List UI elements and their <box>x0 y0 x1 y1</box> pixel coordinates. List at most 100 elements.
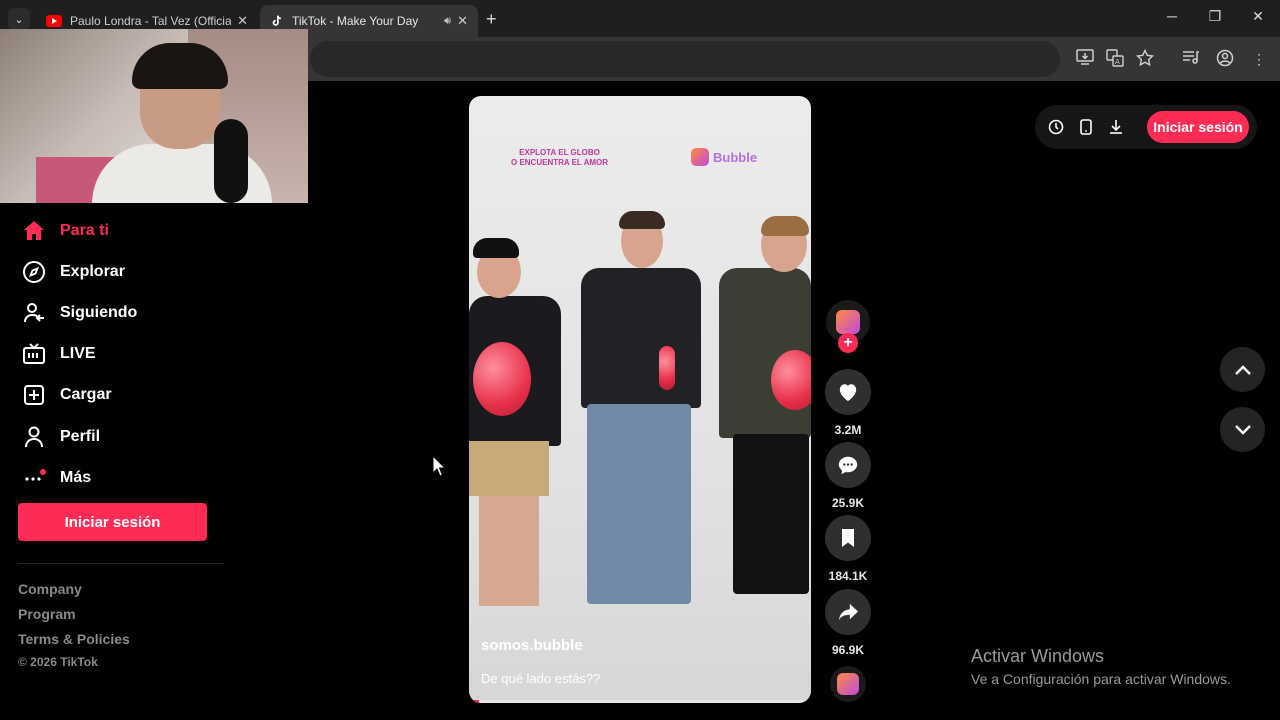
bubble-brand-text: Bubble <box>713 149 758 165</box>
heart-icon <box>839 384 857 402</box>
speaker-icon[interactable]: 🔊︎ <box>444 15 451 28</box>
video-person-left-legs <box>479 496 539 606</box>
profile-icon[interactable] <box>1215 49 1235 69</box>
tab-close-icon[interactable]: ✕ <box>457 13 468 29</box>
restore-button[interactable]: ❐ <box>1200 8 1230 25</box>
tiktok-icon <box>272 15 281 26</box>
coins-icon[interactable] <box>1046 117 1066 137</box>
menu-icon[interactable]: ⋮ <box>1249 49 1269 69</box>
comment-button[interactable] <box>825 442 871 488</box>
sidebar-divider <box>18 563 224 564</box>
footer-link-program[interactable]: Program <box>18 606 76 622</box>
share-count: 96.9K <box>831 643 865 657</box>
music-disc[interactable] <box>830 666 866 702</box>
footer-link-terms[interactable]: Terms & Policies <box>18 631 130 647</box>
more-icon <box>20 464 48 492</box>
balloon-left <box>473 342 531 416</box>
video-person-left-shorts <box>469 441 549 496</box>
like-count: 3.2M <box>834 423 862 437</box>
bubble-logo: Bubble <box>691 148 757 166</box>
download-icon[interactable] <box>1106 117 1126 137</box>
watermark-subtitle: Ve a Configuración para activar Windows. <box>971 671 1231 687</box>
sidebar-item-siguiendo[interactable]: Siguiendo <box>20 292 280 333</box>
tab-title: Paulo Londra - Tal Vez (Official <box>70 14 232 28</box>
sidebar-item-mas[interactable]: Más <box>20 457 280 498</box>
sidebar-login-button[interactable]: Iniciar sesión <box>18 503 207 541</box>
sidebar-item-label: Más <box>60 468 92 486</box>
minimize-button[interactable]: ─ <box>1157 8 1187 24</box>
video-description: De qué lado estás?? <box>481 671 601 686</box>
sidebar-nav: Para ti Explorar Siguiendo LIVE Cargar P… <box>20 210 280 498</box>
following-icon <box>20 299 48 327</box>
translate-icon[interactable]: A <box>1105 49 1125 69</box>
footer-link-company[interactable]: Company <box>18 581 82 597</box>
sidebar-item-label: Explorar <box>60 262 125 280</box>
video-player[interactable]: EXPLOTA EL GLOBO O ENCUENTRA EL AMOR Bub… <box>469 96 811 703</box>
share-action[interactable]: 96.9K <box>825 589 871 657</box>
watermark-title: Activar Windows <box>971 646 1105 666</box>
close-window-button[interactable]: ✕ <box>1243 8 1273 25</box>
sidebar-item-live[interactable]: LIVE <box>20 334 280 375</box>
upload-icon <box>20 381 48 409</box>
profile-icon <box>20 423 48 451</box>
balloon-right <box>771 350 811 410</box>
svg-text:A: A <box>1115 58 1120 66</box>
tab-close-icon[interactable]: ✕ <box>237 13 248 29</box>
tab-search-button[interactable]: ⌄ <box>8 8 30 30</box>
address-bar[interactable] <box>310 41 1060 77</box>
save-button[interactable] <box>825 515 871 561</box>
header-login-button[interactable]: Iniciar sesión <box>1147 111 1249 143</box>
follow-button[interactable]: + <box>838 333 858 353</box>
video-username[interactable]: somos.bubble <box>481 637 583 654</box>
sidebar-item-label: Para ti <box>60 221 109 239</box>
promo-line-1: EXPLOTA EL GLOBO <box>519 148 600 157</box>
promo-line-2: O ENCUENTRA EL AMOR <box>511 158 609 167</box>
media-control-icon[interactable] <box>1181 49 1201 69</box>
video-person-middle-hair <box>619 211 665 229</box>
microphone-icon <box>214 119 248 203</box>
save-count: 184.1K <box>828 569 868 583</box>
like-button[interactable] <box>825 369 871 415</box>
comment-icon <box>838 456 858 475</box>
windows-activation-watermark: Activar Windows Ve a Configuración para … <box>971 646 1231 687</box>
live-icon <box>20 340 48 368</box>
previous-video-button[interactable] <box>1220 347 1265 392</box>
home-icon <box>20 217 48 245</box>
creator-avatar-logo <box>836 310 860 334</box>
chevron-up-icon <box>1234 364 1251 375</box>
sidebar-item-label: LIVE <box>60 345 96 363</box>
compass-icon <box>20 258 48 286</box>
video-promo-text: EXPLOTA EL GLOBO O ENCUENTRA EL AMOR <box>511 148 608 168</box>
install-app-icon[interactable] <box>1075 49 1095 69</box>
balloon-middle <box>659 346 675 390</box>
sidebar-item-cargar[interactable]: Cargar <box>20 375 280 416</box>
like-action[interactable]: 3.2M <box>825 369 871 437</box>
mouse-cursor-icon <box>432 455 446 477</box>
sidebar-item-para-ti[interactable]: Para ti <box>20 210 280 251</box>
video-person-left-cap <box>473 238 519 258</box>
copyright-text: © 2026 TikTok <box>18 655 98 669</box>
share-button[interactable] <box>825 589 871 635</box>
video-progress-fill <box>469 700 480 703</box>
video-progress-bar[interactable] <box>469 700 811 703</box>
bookmark-star-icon[interactable] <box>1135 48 1155 69</box>
save-action[interactable]: 184.1K <box>825 515 871 583</box>
bubble-logo-icon <box>691 148 709 166</box>
new-tab-button[interactable]: + <box>486 9 497 30</box>
comment-count: 25.9K <box>831 496 865 510</box>
mobile-app-icon[interactable] <box>1076 117 1096 137</box>
next-video-button[interactable] <box>1220 407 1265 452</box>
chevron-down-icon <box>1234 424 1251 435</box>
youtube-icon <box>46 15 62 27</box>
sidebar-item-label: Siguiendo <box>60 303 138 321</box>
tab-title: TikTok - Make Your Day <box>292 14 419 28</box>
video-person-right-pants <box>733 434 809 594</box>
sidebar-item-label: Perfil <box>60 427 101 445</box>
bookmark-icon <box>842 529 854 547</box>
webcam-overlay <box>0 29 308 203</box>
video-person-middle-jeans <box>587 404 691 604</box>
comment-action[interactable]: 25.9K <box>825 442 871 510</box>
music-disc-logo <box>837 673 859 695</box>
sidebar-item-perfil[interactable]: Perfil <box>20 416 280 457</box>
sidebar-item-explorar[interactable]: Explorar <box>20 251 280 292</box>
